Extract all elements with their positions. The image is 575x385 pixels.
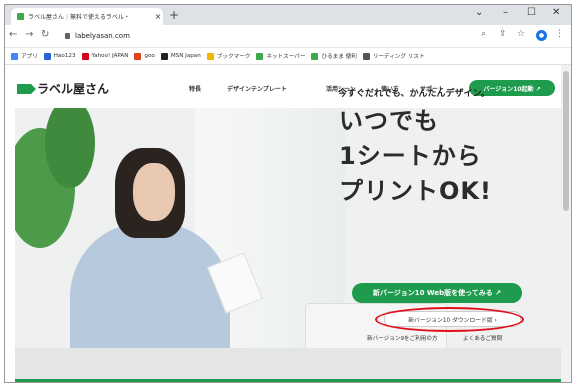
reload-icon[interactable]: ↻ [41, 29, 49, 40]
red-highlight-circle [375, 307, 524, 332]
profile-avatar[interactable]: ● [536, 30, 547, 41]
logo-mark-icon [17, 84, 36, 94]
bookmark-label: goo [144, 53, 155, 59]
bookmark-icon [43, 52, 51, 60]
bookmark-item[interactable]: goo [134, 52, 155, 60]
minimize-icon[interactable]: – [503, 7, 508, 18]
bookmark-label: リーディング リスト [372, 54, 425, 60]
hero-headline-line2: 1シートから [339, 142, 482, 170]
bookmark-label: ブックマーク [216, 54, 251, 60]
scrollbar-thumb[interactable] [563, 71, 569, 211]
bookmark-item[interactable]: ひるまま 便利 [311, 52, 357, 60]
star-icon[interactable]: ☆ [517, 29, 525, 39]
bookmark-label: アプリ [21, 54, 38, 60]
bookmark-label: ひるまま 便利 [321, 54, 357, 60]
bookmark-item[interactable]: MSN Japan [160, 52, 201, 60]
hero-headline-line3: プリントOK! [339, 177, 492, 205]
bookmark-item[interactable]: Hao123 [43, 52, 76, 60]
tab-title: ラベル屋さん｜無料で使えるラベル・ [28, 14, 130, 21]
bookmark-icon [81, 52, 89, 60]
lock-icon [65, 32, 70, 39]
new-tab-button[interactable]: + [169, 8, 179, 22]
bookmark-item[interactable]: ネットスーパー [256, 52, 305, 60]
bookmark-item[interactable]: アプリ [11, 52, 38, 60]
bookmark-label: ネットスーパー [266, 54, 306, 60]
page-scrollbar[interactable] [561, 65, 571, 382]
bookmark-item[interactable]: ブックマーク [206, 52, 251, 60]
url-text: labelyasan.com [75, 31, 130, 40]
accent-bar [15, 379, 561, 382]
menu-dots-icon[interactable]: ⋮ [555, 29, 564, 39]
v9-users-link[interactable]: 新バージョン9をご利用の方 [367, 334, 438, 342]
tab-close-icon[interactable]: × [153, 12, 163, 21]
person-face [133, 163, 175, 221]
bookmark-label: MSN Japan [170, 53, 201, 59]
close-window-icon[interactable]: ✕ [552, 7, 560, 18]
bookmark-icon [362, 52, 370, 60]
bookmark-icon [256, 52, 264, 60]
forward-icon[interactable]: → [25, 29, 33, 40]
tab-bar: ラベル屋さん｜無料で使えるラベル・ × + ⌄ – ☐ ✕ [5, 5, 571, 25]
back-icon[interactable]: ← [9, 29, 17, 40]
bookmark-label: Yahoo! JAPAN [91, 53, 129, 59]
nav-features[interactable]: 特長 [189, 84, 201, 93]
hero-tagline: 今すぐだれでも、かんたんデザイン。 [338, 89, 490, 99]
bookmark-item[interactable]: リーディング リスト [362, 52, 425, 60]
web-version-button[interactable]: 新バージョン10 Web版を使ってみる ↗ [352, 283, 522, 303]
bookmark-icon [160, 52, 168, 60]
zoom-icon[interactable]: ⌕ [481, 29, 486, 39]
bookmark-label: Hao123 [53, 53, 76, 59]
site-logo[interactable]: ラベル屋さん [37, 80, 109, 97]
bookmark-icon [206, 52, 214, 60]
desk [15, 348, 561, 382]
plant-leaf [45, 108, 95, 188]
tab-labelyasan[interactable]: ラベル屋さん｜無料で使えるラベル・ × [11, 8, 163, 25]
window-collapse-icon[interactable]: ⌄ [475, 7, 483, 18]
browser-window: ラベル屋さん｜無料で使えるラベル・ × + ⌄ – ☐ ✕ ← → ↻ labe… [4, 4, 572, 383]
faq-link[interactable]: よくあるご質問 [463, 334, 502, 342]
hero-headline-line1: いつでも [339, 107, 439, 135]
url-field[interactable]: labelyasan.com [65, 28, 465, 43]
bookmarks-bar: アプリ Hao123 Yahoo! JAPAN goo MSN Japan ブックマーク ネ… [5, 48, 571, 65]
nav-templates[interactable]: デザインテンプレート [227, 84, 287, 93]
bookmark-icon [311, 52, 319, 60]
address-bar-row: ← → ↻ labelyasan.com ⌕ ⇪ ☆ ● ⋮ [5, 25, 571, 48]
bookmark-item[interactable]: Yahoo! JAPAN [81, 52, 129, 60]
site-favicon-icon [17, 13, 24, 20]
site-header: ラベル屋さん 特長 デザインテンプレート 活用シーン 使い方 サポート バージョ… [5, 65, 561, 105]
share-icon[interactable]: ⇪ [499, 29, 507, 39]
maximize-icon[interactable]: ☐ [527, 7, 536, 18]
bookmark-icon [134, 52, 142, 60]
bookmark-icon [11, 52, 18, 60]
